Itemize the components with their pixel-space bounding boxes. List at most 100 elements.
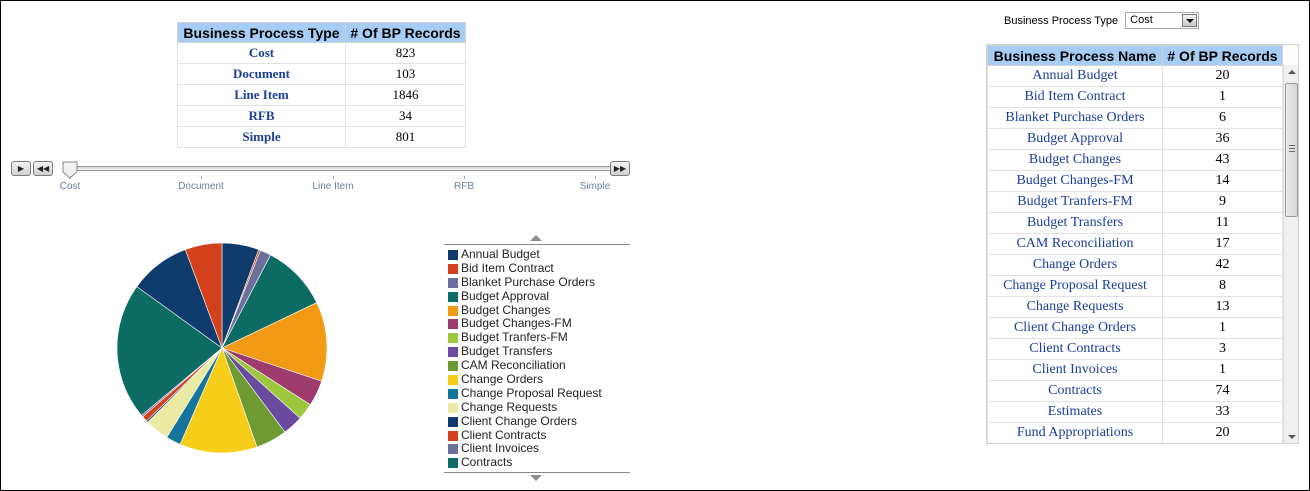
- legend-swatch: [448, 416, 458, 427]
- scroll-down-icon[interactable]: [1288, 435, 1296, 439]
- slider-label-simple[interactable]: Simple: [580, 181, 611, 192]
- summary-type-cell[interactable]: Cost: [177, 42, 346, 64]
- table-row[interactable]: Change Requests 13: [987, 296, 1283, 318]
- detail-header-count[interactable]: # Of BP Records: [1162, 45, 1283, 66]
- detail-header-name[interactable]: Business Process Name: [987, 45, 1163, 66]
- summary-type-cell[interactable]: Document: [177, 63, 346, 85]
- legend-item[interactable]: CAM Reconciliation: [448, 358, 602, 373]
- table-row[interactable]: Fund Appropriations 20: [987, 422, 1283, 443]
- legend-list: Annual Budget Bid Item Contract Blanket Pu…: [448, 247, 602, 470]
- slider-track[interactable]: [64, 166, 612, 171]
- legend-label: CAM Reconciliation: [461, 358, 566, 373]
- detail-name-cell[interactable]: Change Proposal Request: [987, 275, 1163, 297]
- table-row[interactable]: CAM Reconciliation 17: [987, 233, 1283, 255]
- slider-label-rfb[interactable]: RFB: [454, 181, 474, 192]
- detail-count-cell: 8: [1162, 275, 1283, 297]
- table-row[interactable]: Budget Tranfers-FM 9: [987, 191, 1283, 213]
- legend-item[interactable]: Client Invoices: [448, 442, 602, 456]
- table-row[interactable]: Simple 801: [177, 126, 466, 148]
- scroll-up-icon[interactable]: [1288, 70, 1296, 74]
- detail-count-cell: 17: [1162, 233, 1283, 255]
- detail-name-cell[interactable]: Blanket Purchase Orders: [987, 107, 1163, 129]
- detail-name-cell[interactable]: Budget Approval: [987, 128, 1163, 150]
- detail-name-cell[interactable]: Budget Tranfers-FM: [987, 191, 1163, 213]
- table-row[interactable]: Bid Item Contract 1: [987, 86, 1283, 108]
- detail-name-cell[interactable]: Bid Item Contract: [987, 86, 1163, 108]
- detail-count-cell: 6: [1162, 107, 1283, 129]
- table-row[interactable]: Annual Budget 20: [987, 65, 1283, 87]
- legend-divider: [444, 472, 630, 473]
- table-row[interactable]: Document 103: [177, 63, 466, 85]
- slider-label-document[interactable]: Document: [178, 181, 224, 192]
- fast-forward-icon: ▶▶: [613, 164, 627, 173]
- detail-name-cell[interactable]: CAM Reconciliation: [987, 233, 1163, 255]
- legend-label: Budget Tranfers-FM: [461, 330, 568, 345]
- detail-name-cell[interactable]: Client Contracts: [987, 338, 1163, 360]
- detail-name-cell[interactable]: Annual Budget: [987, 65, 1163, 87]
- legend-item[interactable]: Budget Changes-FM: [448, 317, 602, 331]
- chevron-down-icon[interactable]: [1182, 14, 1198, 27]
- slider-label-cost[interactable]: Cost: [60, 181, 81, 192]
- detail-name-cell[interactable]: Change Orders: [987, 254, 1163, 276]
- legend-item[interactable]: Client Contracts: [448, 428, 602, 443]
- detail-name-cell[interactable]: Contracts: [987, 380, 1163, 402]
- table-row[interactable]: Budget Changes-FM 14: [987, 170, 1283, 192]
- legend-item[interactable]: Annual Budget: [448, 247, 602, 262]
- summary-count-cell: 34: [345, 105, 466, 127]
- legend-scroll-up-icon[interactable]: [530, 235, 542, 241]
- summary-type-cell[interactable]: RFB: [177, 105, 346, 127]
- play-button[interactable]: ▶: [11, 161, 31, 176]
- detail-name-cell[interactable]: Budget Changes-FM: [987, 170, 1163, 192]
- table-row[interactable]: Client Invoices 1: [987, 359, 1283, 381]
- table-row[interactable]: Line Item 1846: [177, 84, 466, 106]
- table-row[interactable]: Budget Approval 36: [987, 128, 1283, 150]
- legend-item[interactable]: Blanket Purchase Orders: [448, 275, 602, 290]
- detail-name-cell[interactable]: Change Requests: [987, 296, 1163, 318]
- legend-item[interactable]: Bid Item Contract: [448, 261, 602, 276]
- table-row[interactable]: Cost 823: [177, 42, 466, 64]
- table-row[interactable]: Budget Transfers 11: [987, 212, 1283, 234]
- detail-name-cell[interactable]: Estimates: [987, 401, 1163, 423]
- legend-item[interactable]: Budget Tranfers-FM: [448, 330, 602, 345]
- type-slider[interactable]: ▶ ◀◀ ▶▶ Cost Document Line Item RFB Simp…: [11, 161, 636, 197]
- table-row[interactable]: Budget Changes 43: [987, 149, 1283, 171]
- fast-forward-button[interactable]: ▶▶: [610, 161, 630, 176]
- summary-header-type[interactable]: Business Process Type: [177, 22, 346, 43]
- detail-name-cell[interactable]: Budget Transfers: [987, 212, 1163, 234]
- records-pie-chart[interactable]: [111, 237, 333, 459]
- summary-type-cell[interactable]: Simple: [177, 126, 346, 148]
- slider-label-line-item[interactable]: Line Item: [312, 181, 353, 192]
- table-row[interactable]: Blanket Purchase Orders 6: [987, 107, 1283, 129]
- legend-item[interactable]: Budget Approval: [448, 289, 602, 304]
- legend-item[interactable]: Change Proposal Request: [448, 386, 602, 401]
- summary-type-cell[interactable]: Line Item: [177, 84, 346, 106]
- legend-item[interactable]: Budget Changes: [448, 303, 602, 318]
- legend-scroll-down-icon[interactable]: [530, 475, 542, 481]
- scroll-thumb[interactable]: [1285, 83, 1298, 217]
- summary-header-count[interactable]: # Of BP Records: [345, 22, 466, 43]
- table-row[interactable]: RFB 34: [177, 105, 466, 127]
- legend-item[interactable]: Change Orders: [448, 372, 602, 387]
- table-row[interactable]: Change Proposal Request 8: [987, 275, 1283, 297]
- table-row[interactable]: Contracts 74: [987, 380, 1283, 402]
- legend-item[interactable]: Change Requests: [448, 400, 602, 415]
- table-row[interactable]: Client Contracts 3: [987, 338, 1283, 360]
- rewind-button[interactable]: ◀◀: [33, 161, 53, 176]
- detail-name-cell[interactable]: Client Change Orders: [987, 317, 1163, 339]
- type-select[interactable]: Cost: [1125, 12, 1200, 29]
- legend-item[interactable]: Client Change Orders: [448, 414, 602, 429]
- detail-name-cell[interactable]: Client Invoices: [987, 359, 1163, 381]
- table-row[interactable]: Change Orders 42: [987, 254, 1283, 276]
- legend-swatch: [448, 361, 458, 372]
- detail-scrollbar[interactable]: [1283, 65, 1298, 443]
- detail-table: Business Process Name # Of BP Records An…: [987, 45, 1283, 443]
- detail-count-cell: 9: [1162, 191, 1283, 213]
- slider-tick: [201, 176, 202, 179]
- slider-tick: [70, 176, 71, 179]
- legend-item[interactable]: Budget Transfers: [448, 344, 602, 359]
- detail-name-cell[interactable]: Fund Appropriations: [987, 422, 1163, 443]
- detail-name-cell[interactable]: Budget Changes: [987, 149, 1163, 171]
- legend-item[interactable]: Contracts: [448, 455, 602, 470]
- table-row[interactable]: Client Change Orders 1: [987, 317, 1283, 339]
- table-row[interactable]: Estimates 33: [987, 401, 1283, 423]
